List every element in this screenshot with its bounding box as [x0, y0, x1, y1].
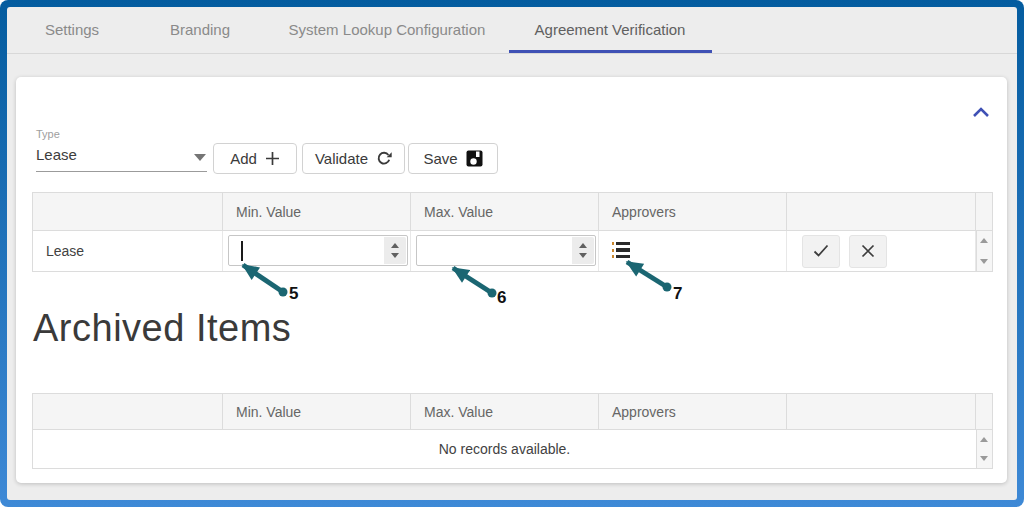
- grid-header-approvers: Approvers: [599, 193, 787, 231]
- scroll-up-icon[interactable]: [980, 437, 988, 442]
- grid-header-min-value: Min. Value: [223, 193, 411, 231]
- annotation-label-6: 6: [497, 288, 506, 308]
- archived-header-scroll-spacer: [976, 394, 992, 430]
- x-icon: [861, 244, 875, 258]
- grid-header-type: [33, 193, 223, 231]
- type-dropdown-value: Lease: [36, 146, 77, 163]
- min-value-spinner[interactable]: [384, 237, 406, 264]
- page-background: Settings Branding System Lookup Configur…: [7, 7, 1017, 500]
- tab-branding[interactable]: Branding: [170, 7, 230, 53]
- annotation-label-7: 7: [673, 284, 682, 304]
- grid-cell-type: Lease: [33, 231, 223, 271]
- dropdown-arrow-icon: [194, 154, 206, 161]
- approvers-list-icon[interactable]: [612, 242, 631, 258]
- archived-header-min-value: Min. Value: [223, 394, 411, 430]
- plus-icon: [265, 151, 280, 166]
- agreement-verification-panel: Type Lease Add Validate Save: [16, 77, 1007, 483]
- archived-grid: Min. Value Max. Value Approvers No recor…: [32, 393, 993, 469]
- scroll-down-icon[interactable]: [980, 259, 988, 264]
- archived-header-approvers: Approvers: [599, 394, 787, 430]
- collapse-panel-icon[interactable]: [972, 106, 990, 118]
- app-window: Settings Branding System Lookup Configur…: [0, 0, 1024, 507]
- max-value-input[interactable]: [416, 235, 596, 266]
- grid-scrollbar[interactable]: [976, 231, 992, 271]
- grid-header-max-value: Max. Value: [411, 193, 599, 231]
- agreement-grid: Min. Value Max. Value Approvers Lease: [32, 192, 993, 272]
- grid-cell-max-value: [411, 231, 599, 271]
- tab-system-lookup-configuration[interactable]: System Lookup Configuration: [289, 7, 486, 53]
- archived-items-title: Archived Items: [33, 307, 291, 350]
- archived-header-actions: [787, 394, 976, 430]
- validate-button[interactable]: Validate: [302, 143, 405, 174]
- active-tab-indicator: [509, 50, 712, 53]
- scroll-down-icon[interactable]: [980, 456, 988, 461]
- grid-header-row: Min. Value Max. Value Approvers: [33, 193, 992, 231]
- annotation-arrow-6: [453, 268, 497, 298]
- spinner-down-icon[interactable]: [579, 253, 587, 258]
- grid-header-scroll-spacer: [976, 193, 992, 231]
- archived-header-row: Min. Value Max. Value Approvers: [33, 394, 992, 430]
- type-dropdown[interactable]: Lease: [36, 141, 207, 172]
- tab-settings[interactable]: Settings: [45, 7, 99, 53]
- archived-empty-row: No records available.: [33, 430, 992, 468]
- add-button[interactable]: Add: [213, 143, 297, 174]
- grid-cell-approvers: [599, 231, 787, 271]
- spinner-up-icon[interactable]: [579, 243, 587, 248]
- annotation-label-5: 5: [289, 284, 298, 304]
- spinner-up-icon[interactable]: [391, 243, 399, 248]
- grid-cell-actions: [787, 231, 976, 271]
- no-records-text: No records available.: [33, 430, 976, 468]
- tab-agreement-verification[interactable]: Agreement Verification: [535, 7, 686, 53]
- check-icon: [813, 244, 829, 258]
- tab-bar: Settings Branding System Lookup Configur…: [7, 7, 1017, 54]
- save-icon: [466, 150, 483, 167]
- archived-header-max-value: Max. Value: [411, 394, 599, 430]
- archived-scrollbar[interactable]: [976, 430, 992, 468]
- cancel-row-button[interactable]: [849, 235, 887, 268]
- text-caret: [241, 241, 243, 261]
- archived-header-type: [33, 394, 223, 430]
- min-value-input[interactable]: [228, 235, 408, 266]
- scroll-up-icon[interactable]: [980, 238, 988, 243]
- confirm-row-button[interactable]: [802, 235, 840, 268]
- type-label: Type: [36, 128, 60, 140]
- grid-cell-min-value: [223, 231, 411, 271]
- grid-header-actions: [787, 193, 976, 231]
- save-button[interactable]: Save: [408, 143, 498, 174]
- max-value-spinner[interactable]: [572, 237, 594, 264]
- spinner-down-icon[interactable]: [391, 253, 399, 258]
- grid-row-lease: Lease: [33, 231, 992, 271]
- refresh-icon: [376, 151, 392, 167]
